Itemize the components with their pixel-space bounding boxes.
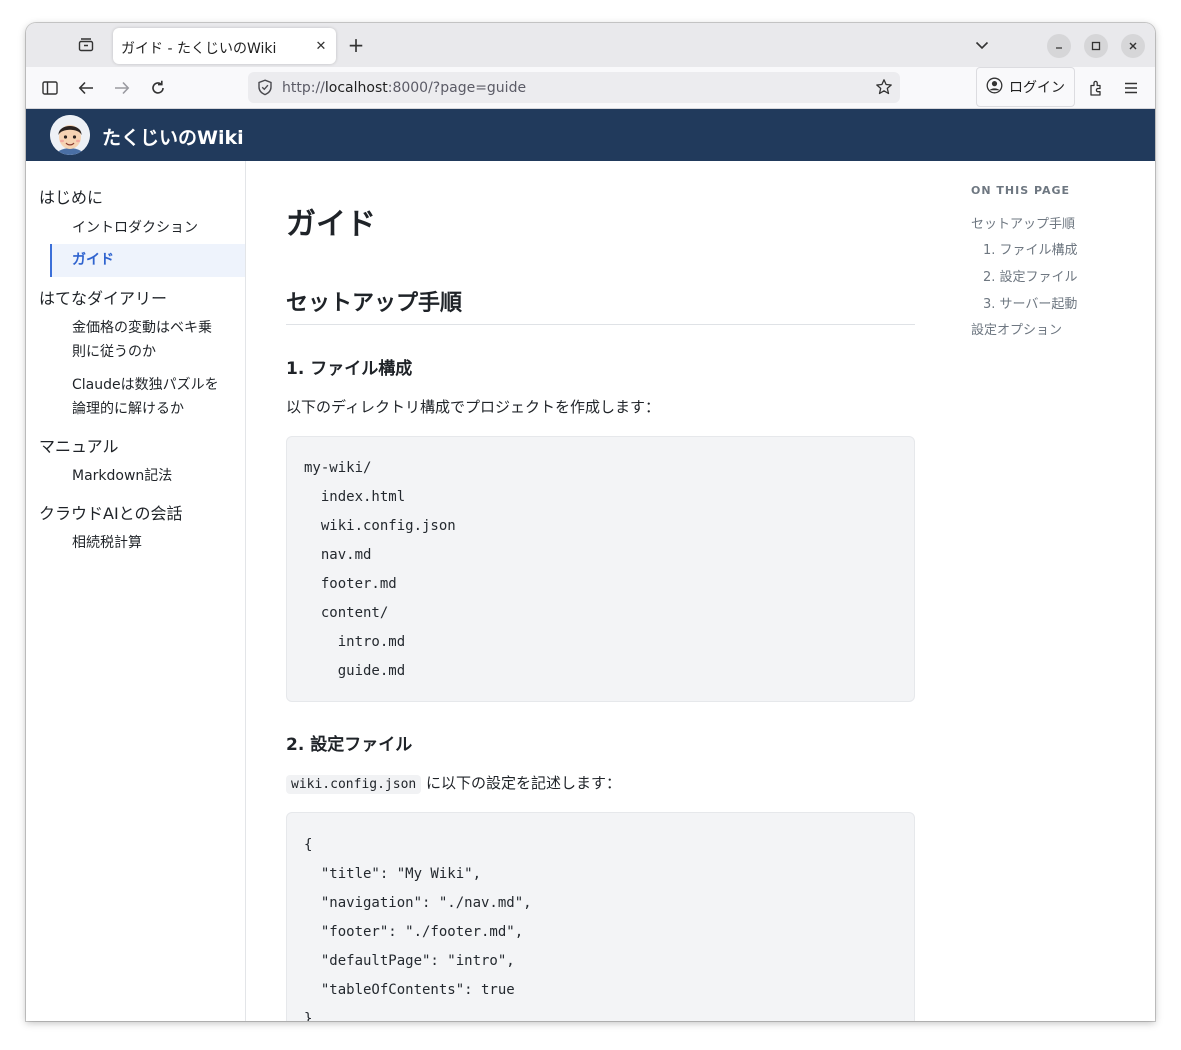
sidebar-item-claude-sudoku[interactable]: Claudeは数独パズルを 論理的に解けるか [72, 373, 219, 421]
sidebar-item-introduction[interactable]: イントロダクション [72, 216, 198, 240]
code-block-directory-tree: my-wiki/ index.html wiki.config.json nav… [286, 436, 915, 702]
site-title[interactable]: たくじいのWiki [102, 123, 244, 150]
code-line: footer.md [304, 576, 397, 592]
tab-active[interactable]: ガイド - たくじいのWiki ✕ [113, 28, 336, 64]
bookmark-star-icon[interactable] [875, 78, 893, 100]
sidebar-item-inheritance-tax[interactable]: 相続税計算 [72, 531, 142, 555]
avatar[interactable] [50, 115, 90, 155]
login-label: ログイン [1009, 80, 1065, 96]
url-text: http://localhost:8000/?page=guide [282, 80, 526, 96]
code-line: } [304, 1011, 313, 1021]
divider [286, 324, 915, 325]
minimize-button[interactable] [1047, 34, 1071, 58]
code-line: index.html [304, 489, 406, 505]
paragraph-file-structure: 以下のディレクトリ構成でプロジェクトを作成します： [286, 398, 660, 416]
toc-item-config-file[interactable]: 2. 設定ファイル [983, 266, 1078, 285]
toc-item-setup[interactable]: セットアップ手順 [971, 213, 1075, 232]
code-line: "tableOfContents": true [304, 982, 515, 998]
back-arrow-icon[interactable] [73, 76, 99, 100]
toc-item-server-start[interactable]: 3. サーバー起動 [983, 293, 1077, 312]
sidebar-section-manual[interactable]: マニュアル [39, 433, 119, 457]
browser-window: ガイド - たくじいのWiki ✕ + http://localhost:800… [26, 23, 1155, 1021]
navigation-toolbar: http://localhost:8000/?page=guide ログイン [26, 67, 1155, 109]
account-icon [986, 77, 1003, 98]
toc-item-config-options[interactable]: 設定オプション [971, 319, 1062, 338]
code-line: "defaultPage": "intro", [304, 953, 515, 969]
url-scheme: http:// [282, 80, 325, 96]
subheading-config-file: 2. 設定ファイル [286, 735, 413, 755]
paragraph-config-text: に以下の設定を記述します： [421, 774, 622, 792]
menu-icon[interactable] [1118, 76, 1144, 100]
new-tab-button[interactable]: + [344, 33, 368, 57]
tab-title: ガイド - たくじいのWiki [121, 41, 277, 57]
maximize-button[interactable] [1084, 34, 1108, 58]
code-block-config-json: { "title": "My Wiki", "navigation": "./n… [286, 812, 915, 1021]
login-button[interactable]: ログイン [976, 67, 1075, 107]
close-window-button[interactable] [1121, 34, 1145, 58]
subheading-file-structure: 1. ファイル構成 [286, 359, 413, 379]
sidebar-section-hajimeni[interactable]: はじめに [39, 184, 103, 208]
page-title: ガイド [286, 207, 376, 242]
toc-item-file-structure[interactable]: 1. ファイル構成 [983, 239, 1078, 258]
site-header: たくじいのWiki [26, 109, 1155, 161]
code-line: my-wiki/ [304, 460, 372, 476]
inline-code-config-filename: wiki.config.json [286, 775, 422, 794]
code-line: intro.md [304, 634, 406, 650]
code-line: guide.md [304, 663, 406, 679]
url-host: localhost [324, 80, 388, 96]
url-path: :8000/?page=guide [387, 80, 527, 96]
code-line: "footer": "./footer.md", [304, 924, 524, 940]
sidebar-nav: はじめに イントロダクション ガイド はてなダイアリー 金価格の変動はベキ乗 則… [26, 161, 246, 1021]
code-line: { [304, 837, 313, 853]
sidebar-section-cloud-ai[interactable]: クラウドAIとの会話 [39, 500, 183, 524]
forward-arrow-icon[interactable] [109, 76, 135, 100]
section-heading-setup: セットアップ手順 [286, 291, 463, 316]
reload-icon[interactable] [145, 76, 171, 100]
sidebar-item-markdown[interactable]: Markdown記法 [72, 464, 172, 488]
toc-heading: ON THIS PAGE [971, 184, 1071, 197]
paragraph-config-file: wiki.config.json に以下の設定を記述します： [286, 772, 622, 794]
code-line: "navigation": "./nav.md", [304, 895, 532, 911]
code-line: nav.md [304, 547, 372, 563]
sidebar-item-gold-price[interactable]: 金価格の変動はベキ乗 則に従うのか [72, 316, 212, 364]
code-line: wiki.config.json [304, 518, 456, 534]
extensions-icon[interactable] [1083, 76, 1109, 100]
address-bar[interactable]: http://localhost:8000/?page=guide [248, 72, 900, 103]
list-all-tabs-icon[interactable] [74, 34, 98, 56]
chevron-down-icon[interactable] [970, 34, 994, 56]
sidebar-item-guide[interactable]: ガイド [50, 244, 245, 277]
shield-icon[interactable] [257, 79, 273, 100]
close-icon[interactable]: ✕ [312, 37, 330, 55]
code-line: content/ [304, 605, 389, 621]
sidebar-section-hatena-diary[interactable]: はてなダイアリー [39, 285, 167, 309]
sidebar-toggle-icon[interactable] [37, 76, 63, 100]
code-line: "title": "My Wiki", [304, 866, 482, 882]
tab-strip: ガイド - たくじいのWiki ✕ + [26, 23, 1155, 67]
